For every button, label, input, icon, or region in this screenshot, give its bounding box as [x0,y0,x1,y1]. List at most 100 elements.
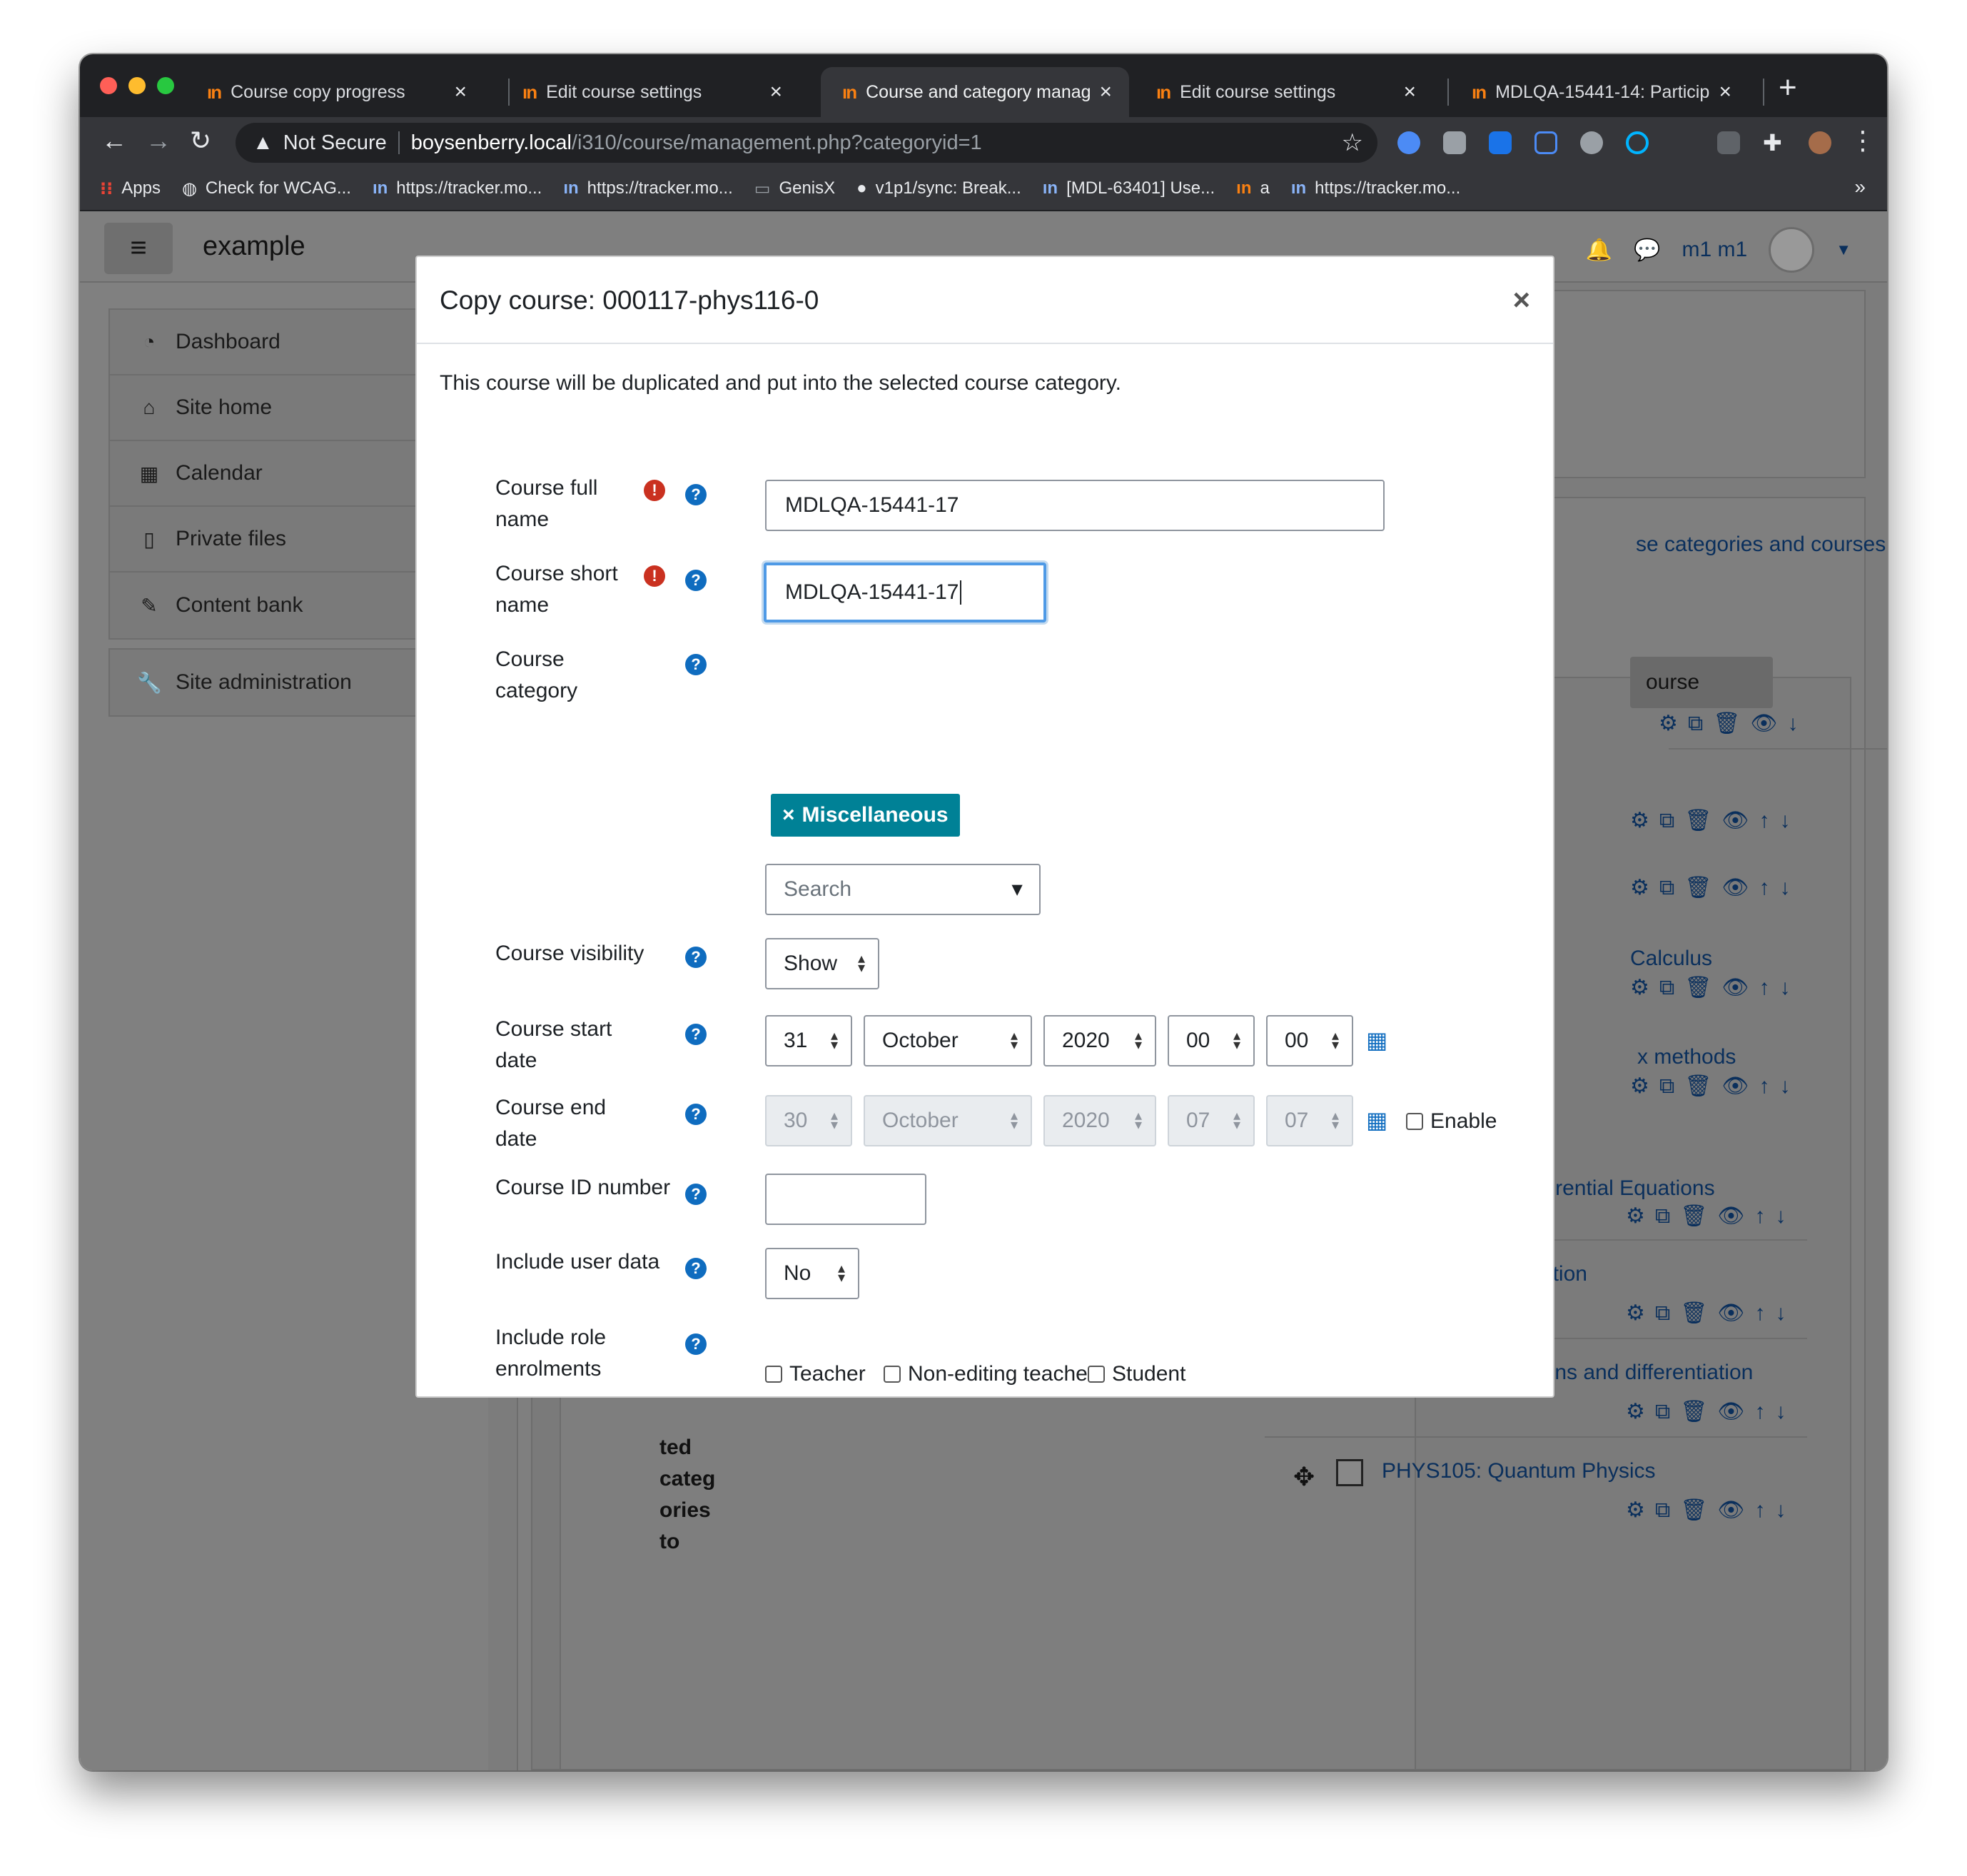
bookmark-item[interactable]: ▭ GenisX [754,178,835,199]
more-bookmarks-icon[interactable]: » [1854,176,1866,198]
help-icon[interactable]: ? [685,570,707,591]
puzzle-icon[interactable]: ✚ [1763,131,1786,154]
end-minute-select[interactable]: 07 ▴ ▾ [1266,1095,1353,1146]
end-hour-select[interactable]: 07 ▴ ▾ [1168,1095,1255,1146]
bookmark-label: https://tracker.mo... [1315,178,1461,198]
reload-icon[interactable]: ↻ [190,126,211,156]
extension-icon[interactable] [1626,131,1649,154]
bookmark-item[interactable]: ● v1p1/sync: Break... [856,178,1021,198]
modal-header: Copy course: 000117-phys116-0 × [417,257,1553,344]
bookmark-item[interactable]: ⁝⁝ Apps [100,178,161,199]
include-user-data-select[interactable]: No ▴ ▾ [765,1248,859,1299]
tab-edit-course-settings-2[interactable]: ın Edit course settings × [1135,67,1433,117]
moodle-icon: ın [842,81,857,103]
start-hour-value: 00 [1186,1029,1210,1052]
start-month-select[interactable]: October ▴ ▾ [864,1015,1032,1066]
bookmark-item[interactable]: ◍ Check for WCAG... [182,178,351,199]
close-tab-icon[interactable]: × [1099,80,1112,104]
bookmark-label: https://tracker.mo... [396,178,542,198]
extension-icon[interactable] [1717,131,1740,154]
category-badge[interactable]: × Miscellaneous [771,794,960,837]
close-tab-icon[interactable]: × [454,80,467,104]
bookmark-item[interactable]: ın a [1236,178,1270,198]
start-hour-select[interactable]: 00 ▴ ▾ [1168,1015,1255,1066]
moodle-icon: ın [563,178,579,198]
tab-participants[interactable]: ın MDLQA-15441-14: Particip × [1450,67,1749,117]
remove-icon[interactable]: × [782,803,795,827]
bookmark-label: Check for WCAG... [205,178,351,198]
maximize-window-button[interactable] [157,77,174,94]
select-arrows-icon: ▴ ▾ [830,1108,838,1133]
tab-edit-course-settings[interactable]: ın Edit course settings × [501,67,799,117]
new-tab-button[interactable]: + [1779,70,1797,106]
role-checkbox-non-editing-teacher[interactable]: Non-editing teacher [884,1362,1095,1386]
close-window-button[interactable] [100,77,117,94]
calendar-icon[interactable]: ▦ [1366,1106,1387,1134]
drive-icon[interactable] [1443,131,1466,154]
extension-icon[interactable] [1672,131,1694,154]
select-arrows-icon: ▴ ▾ [830,1028,838,1053]
browser-window: ın Course copy progress × ın Edit course… [80,54,1887,1770]
tab-course-copy-progress[interactable]: ın Course copy progress × [186,67,484,117]
bookmark-item[interactable]: ın https://tracker.mo... [373,178,542,198]
help-icon[interactable]: ? [685,1258,707,1279]
checkbox-box[interactable] [1406,1113,1423,1130]
moodle-icon: ın [207,81,222,103]
end-year-select[interactable]: 2020 ▴ ▾ [1043,1095,1156,1146]
end-month-select[interactable]: October ▴ ▾ [864,1095,1032,1146]
start-minute-select[interactable]: 00 ▴ ▾ [1266,1015,1353,1066]
kebab-menu-icon[interactable]: ⋮ [1850,126,1876,156]
course-full-name-input[interactable]: MDLQA-15441-17 [765,480,1385,531]
forward-icon[interactable]: → [146,126,171,156]
end-date-enable-checkbox[interactable]: Enable [1406,1109,1497,1134]
close-icon[interactable]: × [1512,283,1530,317]
minimize-window-button[interactable] [128,77,146,94]
calendar-icon[interactable]: ▦ [1366,1027,1387,1054]
caret-down-icon: ▼ [1008,878,1026,900]
role-label: Student [1112,1362,1186,1386]
modal-intro: This course will be duplicated and put i… [440,371,1121,395]
genisx-icon: ▭ [754,178,771,198]
course-visibility-select[interactable]: Show ▴ ▾ [765,938,879,989]
back-icon[interactable]: ← [101,126,127,156]
help-icon[interactable]: ? [685,947,707,968]
checkbox-box[interactable] [1088,1366,1105,1383]
role-label: Non-editing teacher [908,1362,1095,1386]
wordpress-icon[interactable] [1580,131,1603,154]
category-search-input[interactable]: Search ▼ [765,864,1041,915]
help-icon[interactable]: ? [685,654,707,675]
start-day-select[interactable]: 31 ▴ ▾ [765,1015,852,1066]
role-checkbox-student[interactable]: Student [1088,1362,1185,1386]
role-checkbox-teacher[interactable]: Teacher [765,1362,866,1386]
bookmark-item[interactable]: ın https://tracker.mo... [563,178,732,198]
start-year-select[interactable]: 2020 ▴ ▾ [1043,1015,1156,1066]
close-tab-icon[interactable]: × [1719,80,1731,104]
close-tab-icon[interactable]: × [1403,80,1416,104]
address-bar[interactable]: ▲ Not Secure boysenberry.local /i310/cou… [236,123,1377,163]
extension-icon[interactable] [1397,131,1420,154]
tab-course-category-management[interactable]: ın Course and category manag × [821,67,1129,117]
checkbox-box[interactable] [765,1366,782,1383]
select-arrows-icon: ▴ ▾ [837,1261,845,1286]
checkbox-box[interactable] [884,1366,901,1383]
bookmark-star-icon[interactable]: ☆ [1342,128,1363,157]
extension-icon[interactable] [1534,131,1557,154]
modal-title: Copy course: 000117-phys116-0 [440,286,819,315]
bookmark-item[interactable]: ın [MDL-63401] Use... [1043,178,1215,198]
bookmark-label: GenisX [779,178,836,198]
close-tab-icon[interactable]: × [769,80,782,104]
end-day-select[interactable]: 30 ▴ ▾ [765,1095,852,1146]
tab-title: Edit course settings [546,81,702,102]
help-icon[interactable]: ? [685,484,707,505]
extension-icon[interactable] [1489,131,1512,154]
course-id-number-input[interactable] [765,1174,926,1225]
help-icon[interactable]: ? [685,1333,707,1355]
help-icon[interactable]: ? [685,1104,707,1125]
bookmark-label: Apps [121,178,161,198]
bookmark-item[interactable]: ın https://tracker.mo... [1291,178,1460,198]
select-arrows-icon: ▴ ▾ [1233,1108,1240,1133]
profile-avatar[interactable] [1809,131,1831,154]
help-icon[interactable]: ? [685,1024,707,1045]
help-icon[interactable]: ? [685,1184,707,1205]
course-short-name-input[interactable]: MDLQA-15441-17 [764,563,1046,622]
